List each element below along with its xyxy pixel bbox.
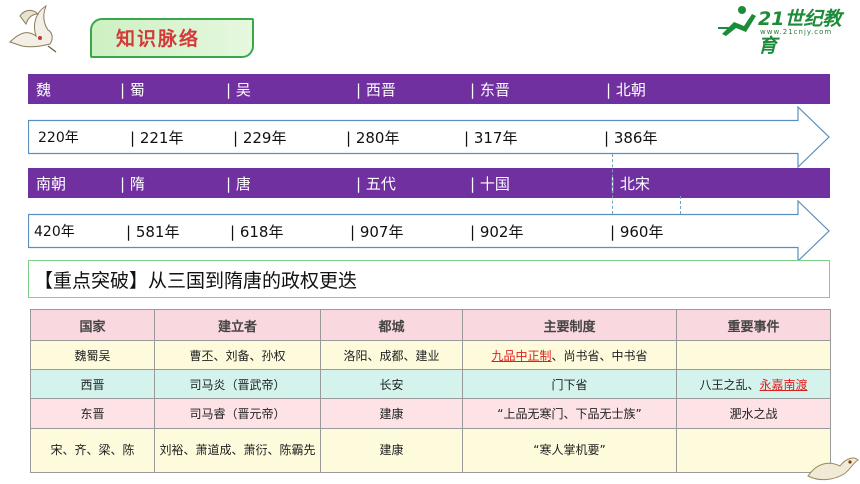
divider-dashed <box>680 196 681 214</box>
header-founder: 建立者 <box>154 309 321 341</box>
timeline2-year: | 907年 <box>350 223 404 241</box>
section-title: 知识脉络 <box>116 28 201 50</box>
timeline2-year: 420年 <box>34 224 75 240</box>
header-country: 国家 <box>30 309 155 341</box>
timeline2-year: | 902年 <box>470 223 524 241</box>
cell-founder: 曹丕、刘备、孙权 <box>154 340 321 370</box>
system-text: “寒人掌机要” <box>533 443 606 457</box>
cell-founder: 司马炎（晋武帝） <box>154 369 321 399</box>
timeline1-year: | 386年 <box>604 129 658 147</box>
cell-founder: 司马睿（晋元帝） <box>154 398 321 429</box>
regime-table: 国家 建立者 都城 主要制度 重要事件 魏蜀吴 曹丕、刘备、孙权 洛阳、成都、建… <box>30 309 831 473</box>
timeline2-dynasty: | 隋 <box>120 175 145 193</box>
cell-event: 淝水之战 <box>676 398 831 429</box>
cell-capital: 建康 <box>320 398 463 429</box>
timeline2-dynasty: | 五代 <box>356 175 396 193</box>
cell-capital: 洛阳、成都、建业 <box>320 340 463 370</box>
key-section-title: 【重点突破】从三国到隋唐的政权更迭 <box>34 270 358 292</box>
event-highlight: 永嘉南渡 <box>759 377 808 392</box>
cell-country: 西晋 <box>30 369 155 399</box>
cell-country: 东晋 <box>30 398 155 429</box>
timeline1-dynasty: | 西晋 <box>356 81 396 99</box>
cell-system: “上品无寒门、下品无士族” <box>462 398 677 429</box>
timeline2-year: | 618年 <box>230 223 284 241</box>
timeline1-dynasty: | 北朝 <box>606 81 646 99</box>
table-row: 东晋 司马睿（晋元帝） 建康 “上品无寒门、下品无士族” 淝水之战 <box>30 398 831 429</box>
header-event: 重要事件 <box>676 309 831 341</box>
bird-decoration-icon <box>807 457 859 481</box>
timeline1-dynasty: 魏 <box>36 81 52 99</box>
crane-decoration-icon <box>9 4 57 53</box>
cell-event: 八王之乱、永嘉南渡 <box>676 369 831 399</box>
timeline2-dynasty: | 北宋 <box>610 175 650 193</box>
system-text: “上品无寒门、下品无士族” <box>497 407 642 421</box>
timeline2-year: | 581年 <box>126 223 180 241</box>
header-capital: 都城 <box>320 309 463 341</box>
timeline1-dynasty: | 吴 <box>226 81 251 99</box>
table-row: 魏蜀吴 曹丕、刘备、孙权 洛阳、成都、建业 九品中正制、尚书省、中书省 <box>30 340 831 370</box>
system-text: 、尚书省、中书省 <box>551 348 648 363</box>
header-system: 主要制度 <box>462 309 677 341</box>
divider-dashed <box>612 154 613 214</box>
cell-system: 门下省 <box>462 369 677 399</box>
table-header-row: 国家 建立者 都城 主要制度 重要事件 <box>30 309 831 341</box>
cell-capital: 长安 <box>320 369 463 399</box>
timeline2-dynasty-band: 南朝 | 隋 | 唐 | 五代 | 十国 | 北宋 <box>28 168 830 198</box>
event-text: 八王之乱、 <box>699 377 760 392</box>
timeline1-year: 220年 <box>38 130 79 146</box>
cell-system: “寒人掌机要” <box>462 428 677 473</box>
logo-url: www.21cnjy.com <box>760 28 833 36</box>
timeline1-years: 220年 | 221年 | 229年 | 280年 | 317年 | 386年 <box>28 106 788 168</box>
timeline1-year: | 317年 <box>464 129 518 147</box>
timeline1-dynasty: | 蜀 <box>120 81 145 99</box>
system-text: 门下省 <box>551 377 588 392</box>
timeline2-dynasty: 南朝 <box>36 175 67 193</box>
table-row: 西晋 司马炎（晋武帝） 长安 门下省 八王之乱、永嘉南渡 <box>30 369 831 399</box>
cell-capital: 建康 <box>320 428 463 473</box>
timeline1-dynasty-band: 魏 | 蜀 | 吴 | 西晋 | 东晋 | 北朝 <box>28 74 830 104</box>
system-highlight: 九品中正制 <box>491 348 552 363</box>
cell-founder: 刘裕、萧道成、萧衍、陈霸先 <box>154 428 321 473</box>
timeline2-dynasty: | 唐 <box>226 175 251 193</box>
cell-event <box>676 340 831 370</box>
cell-country: 魏蜀吴 <box>30 340 155 370</box>
timeline1-year: | 280年 <box>346 129 400 147</box>
cell-country: 宋、齐、梁、陈 <box>30 428 155 473</box>
cell-system: 九品中正制、尚书省、中书省 <box>462 340 677 370</box>
timeline1-dynasty: | 东晋 <box>470 81 510 99</box>
timeline2-year: | 960年 <box>610 223 664 241</box>
timeline1-year: | 229年 <box>233 129 287 147</box>
event-text: 淝水之战 <box>729 407 778 421</box>
timeline1-year: | 221年 <box>130 129 184 147</box>
table-row: 宋、齐、梁、陈 刘裕、萧道成、萧衍、陈霸先 建康 “寒人掌机要” <box>30 428 831 473</box>
timeline2-years: 420年 | 581年 | 618年 | 907年 | 902年 | 960年 <box>28 200 788 262</box>
timeline2-dynasty: | 十国 <box>470 175 510 193</box>
